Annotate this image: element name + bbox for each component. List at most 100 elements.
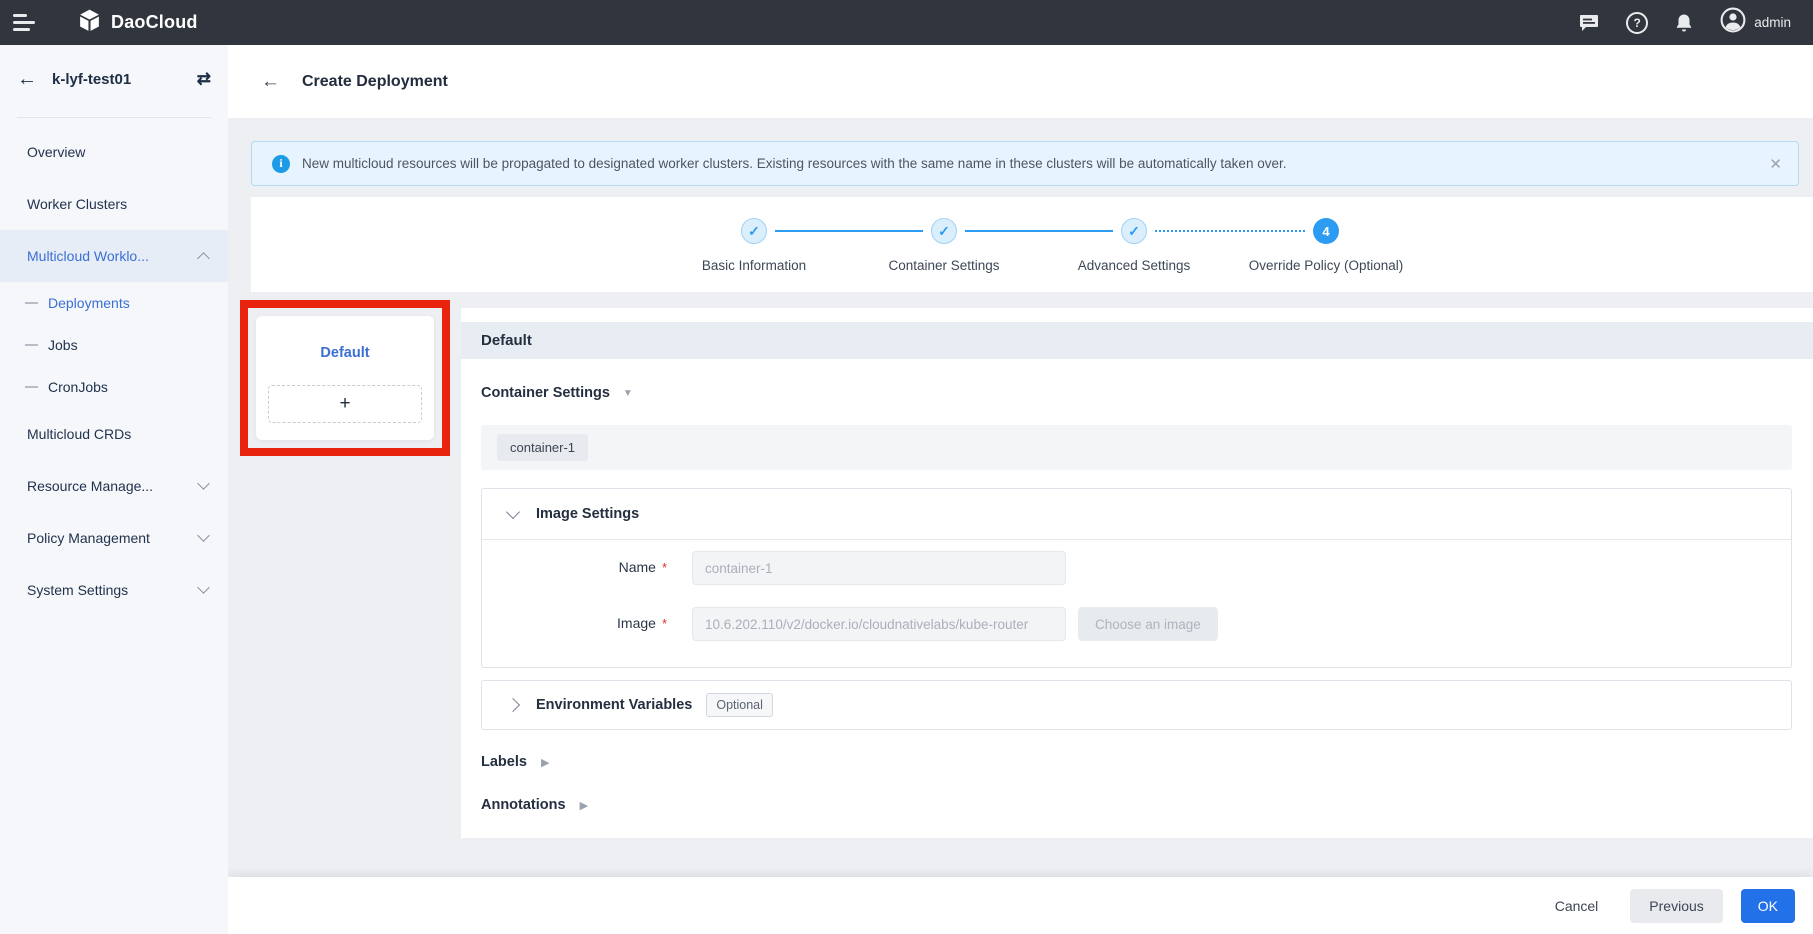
user-menu[interactable]: admin	[1720, 7, 1791, 38]
sidebar-item-label: Overview	[27, 144, 86, 160]
sidebar-divider	[17, 117, 211, 118]
step-label-advanced-settings: Advanced Settings	[1077, 258, 1191, 273]
labels-title: Labels	[481, 754, 527, 770]
sidebar-item-label: System Settings	[27, 582, 129, 598]
username-label: admin	[1754, 15, 1791, 30]
chevron-down-icon	[505, 504, 521, 519]
check-icon: ✓	[1128, 222, 1140, 239]
step-label-container-settings: Container Settings	[888, 258, 1000, 273]
sidebar-item-multicloud-workloads[interactable]: Multicloud Worklo...	[0, 230, 228, 282]
question-glyph: ?	[1633, 15, 1641, 30]
sidebar-item-label: Resource Manage...	[27, 478, 154, 494]
sidebar-cluster-header: ← k-lyf-test01 ⇄	[0, 45, 228, 113]
required-marker: *	[661, 616, 667, 631]
tab-default[interactable]: Default	[256, 316, 434, 361]
policy-tab-panel: Default +	[256, 316, 434, 440]
page-header: ← Create Deployment	[228, 45, 1813, 118]
caret-right-icon: ▶	[540, 756, 550, 769]
close-icon[interactable]: ✕	[1769, 155, 1782, 173]
sidebar-item-resource-management[interactable]: Resource Manage...	[0, 460, 228, 512]
annotations-toggle[interactable]: Annotations ▶	[481, 797, 588, 813]
sidebar-item-label: Policy Management	[27, 530, 150, 546]
switch-cluster-icon[interactable]: ⇄	[197, 69, 211, 89]
sidebar-item-multicloud-crds[interactable]: Multicloud CRDs	[0, 408, 228, 460]
info-icon: i	[272, 154, 290, 173]
chevron-down-icon	[197, 529, 210, 542]
container-tabs-strip: container-1	[481, 425, 1792, 470]
back-arrow-icon[interactable]: ←	[261, 72, 280, 91]
container-tab[interactable]: container-1	[497, 434, 589, 461]
sidebar-item-label: Multicloud CRDs	[27, 426, 132, 442]
daocloud-logo[interactable]: DaoCloud	[77, 8, 198, 38]
cluster-name: k-lyf-test01	[52, 70, 132, 88]
container-settings-title: Container Settings	[481, 385, 610, 401]
environment-variables-title: Environment Variables	[536, 697, 693, 713]
step-label-basic-information: Basic Information	[701, 258, 807, 273]
container-name-input[interactable]	[692, 551, 1066, 585]
daocloud-cube-icon	[77, 8, 102, 38]
cancel-button[interactable]: Cancel	[1541, 890, 1613, 922]
chevron-up-icon	[197, 252, 210, 265]
image-settings-title: Image Settings	[536, 506, 640, 522]
environment-variables-section[interactable]: Environment Variables Optional	[481, 680, 1792, 730]
sidebar-item-label: Worker Clusters	[27, 196, 128, 212]
topbar-actions: ? admin	[1579, 7, 1791, 38]
chevron-down-icon	[197, 581, 210, 594]
dash-icon	[25, 386, 38, 388]
add-policy-button[interactable]: +	[268, 385, 422, 423]
sidebar-item-system-settings[interactable]: System Settings	[0, 564, 228, 616]
name-field-label: Name *	[618, 559, 667, 575]
optional-badge: Optional	[706, 693, 773, 717]
container-image-input[interactable]	[692, 607, 1066, 641]
step-connector	[775, 230, 923, 232]
step-connector-dotted	[1155, 230, 1305, 232]
wizard-stepper: ✓ ✓ ✓ 4 Basic Information Container Sett…	[251, 197, 1813, 292]
footer-action-bar: Cancel Previous OK	[228, 877, 1813, 934]
logo-text: DaoCloud	[111, 12, 198, 32]
ok-button[interactable]: OK	[1740, 888, 1795, 923]
chevron-down-icon	[197, 477, 210, 490]
step-connector	[965, 230, 1113, 232]
choose-image-button[interactable]: Choose an image	[1078, 607, 1218, 641]
sidebar-item-label: Multicloud Worklo...	[27, 248, 149, 264]
sidebar-item-cronjobs[interactable]: CronJobs	[0, 366, 228, 408]
sidebar-item-deployments[interactable]: Deployments	[0, 282, 228, 324]
section-header: Default	[461, 322, 1813, 359]
step-label-override-policy: Override Policy (Optional)	[1248, 258, 1404, 273]
caret-right-icon: ▶	[579, 799, 589, 812]
sidebar-item-label: CronJobs	[48, 379, 108, 395]
screen: DaoCloud ? admin ← k-lyf-test01 ⇄ Overvi…	[0, 0, 1813, 934]
sidebar-item-policy-management[interactable]: Policy Management	[0, 512, 228, 564]
caret-down-icon: ▼	[622, 387, 633, 399]
avatar-icon	[1720, 7, 1746, 38]
topbar: DaoCloud ? admin	[0, 0, 1813, 45]
sidebar-item-jobs[interactable]: Jobs	[0, 324, 228, 366]
step-number: 4	[1322, 223, 1330, 239]
back-arrow-icon[interactable]: ←	[17, 69, 37, 89]
sidebar: ← k-lyf-test01 ⇄ Overview Worker Cluster…	[0, 45, 228, 934]
step-circle-basic-information[interactable]: ✓	[741, 218, 767, 244]
dash-icon	[25, 344, 38, 346]
image-field-label: Image *	[617, 615, 667, 631]
required-marker: *	[661, 560, 667, 575]
image-settings-section: Image Settings Name* Image* Choose an im…	[481, 488, 1792, 668]
notifications-bell-icon[interactable]	[1675, 13, 1693, 33]
container-settings-toggle[interactable]: Container Settings ▼	[481, 385, 633, 401]
sidebar-item-worker-clusters[interactable]: Worker Clusters	[0, 178, 228, 230]
step-circle-override-policy[interactable]: 4	[1313, 218, 1339, 244]
previous-button[interactable]: Previous	[1630, 888, 1723, 923]
sidebar-item-label: Jobs	[48, 337, 78, 353]
step-circle-advanced-settings[interactable]: ✓	[1121, 218, 1147, 244]
hamburger-menu-icon[interactable]	[13, 10, 35, 35]
step-circle-container-settings[interactable]: ✓	[931, 218, 957, 244]
help-icon[interactable]: ?	[1626, 11, 1649, 34]
page-title: Create Deployment	[302, 72, 448, 90]
messages-icon[interactable]	[1579, 14, 1599, 32]
check-icon: ✓	[938, 222, 950, 239]
sidebar-item-overview[interactable]: Overview	[0, 126, 228, 178]
labels-toggle[interactable]: Labels ▶	[481, 754, 549, 770]
banner-text: New multicloud resources will be propaga…	[302, 156, 1287, 171]
override-policy-form: Default Container Settings ▼ container-1…	[461, 308, 1813, 838]
image-settings-header[interactable]: Image Settings	[482, 489, 1791, 540]
info-banner: i New multicloud resources will be propa…	[251, 141, 1799, 186]
